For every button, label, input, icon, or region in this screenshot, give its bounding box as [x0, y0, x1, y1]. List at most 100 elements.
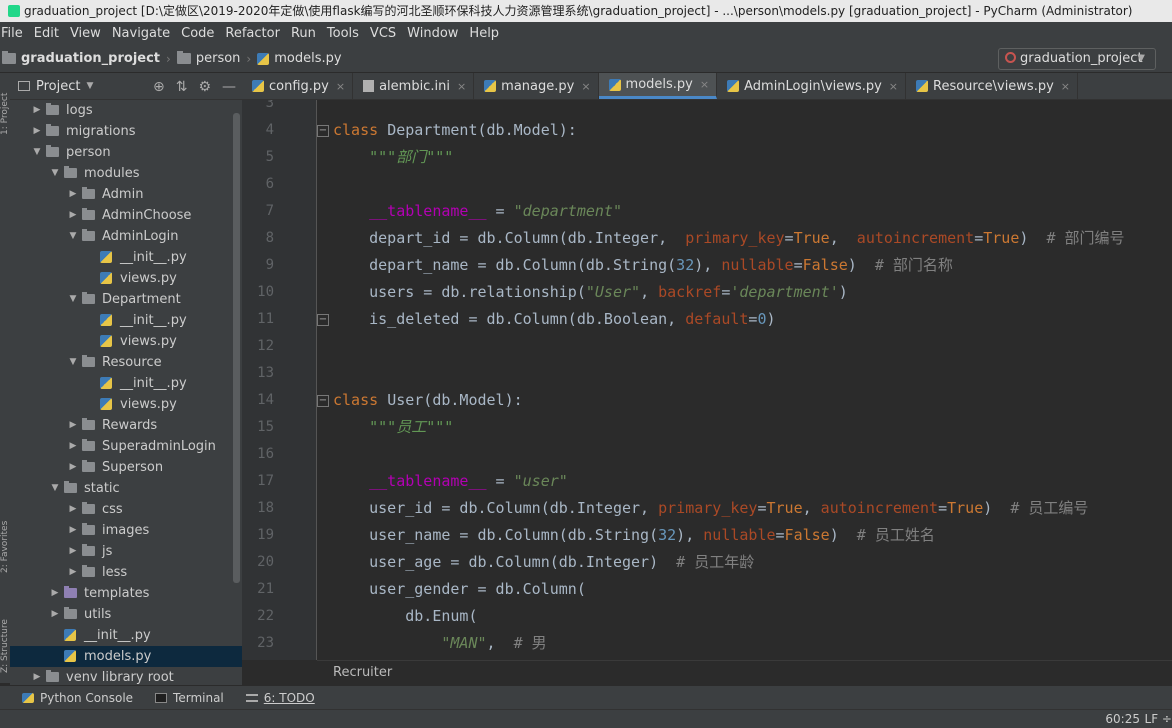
fold-marker-icon[interactable]: − — [317, 395, 329, 407]
chevron-right-icon[interactable]: ▶ — [68, 562, 78, 583]
tree-folder-item[interactable]: ▶ AdminChoose — [10, 205, 242, 226]
chevron-right-icon[interactable]: ▶ — [32, 667, 42, 685]
project-tree-scrollbar[interactable] — [233, 113, 240, 583]
chevron-down-icon[interactable]: ▼ — [68, 289, 78, 310]
chevron-down-icon[interactable]: ▼ — [32, 142, 42, 163]
project-tree[interactable]: ▶ logs ▶ migrations ▼ person ▼ modules ▶ Admin ▶ Ad… — [10, 100, 242, 685]
breadcrumb-folder[interactable]: person — [176, 51, 240, 66]
menu-navigate[interactable]: Navigate — [107, 22, 176, 45]
menu-window[interactable]: Window — [402, 22, 464, 45]
menu-help[interactable]: Help — [464, 22, 505, 45]
line-separator[interactable]: LF ÷ — [1145, 710, 1172, 728]
tree-folder-item[interactable]: ▶ Admin — [10, 184, 242, 205]
close-icon[interactable]: × — [457, 80, 466, 93]
tree-folder-item[interactable]: ▶ SuperadminLogin — [10, 436, 242, 457]
tree-folder-item[interactable]: ▶ utils — [10, 604, 242, 625]
tree-file-item[interactable]: __init__.py — [10, 310, 242, 331]
chevron-right-icon[interactable]: ▶ — [68, 499, 78, 520]
tree-file-item[interactable]: models.py — [10, 646, 242, 667]
collapse-all-icon[interactable]: ⇅ — [176, 79, 188, 95]
fold-marker-icon[interactable]: − — [317, 314, 329, 326]
chevron-right-icon[interactable]: ▶ — [68, 436, 78, 457]
menu-file[interactable]: File — [0, 22, 29, 45]
editor-tab[interactable]: AdminLogin\views.py × — [717, 73, 906, 99]
tree-item-label: AdminLogin — [102, 229, 179, 244]
chevron-down-icon[interactable]: ▼ — [50, 163, 60, 184]
tree-folder-item[interactable]: ▼ AdminLogin — [10, 226, 242, 247]
chevron-down-icon[interactable]: ▼ — [86, 81, 93, 91]
editor-tab[interactable]: manage.py × — [474, 73, 599, 99]
tree-folder-item[interactable]: ▼ person — [10, 142, 242, 163]
tree-folder-item[interactable]: ▶ less — [10, 562, 242, 583]
close-icon[interactable]: × — [700, 78, 709, 91]
chevron-right-icon[interactable]: ▶ — [32, 100, 42, 121]
chevron-right-icon[interactable]: ▶ — [68, 415, 78, 436]
tree-folder-item[interactable]: ▼ Department — [10, 289, 242, 310]
tree-folder-item[interactable]: ▼ Resource — [10, 352, 242, 373]
structure-tool-tab[interactable]: Z: Structure — [0, 593, 10, 673]
tree-folder-item[interactable]: ▼ modules — [10, 163, 242, 184]
tree-folder-item[interactable]: ▶ templates — [10, 583, 242, 604]
terminal-button[interactable]: Terminal — [155, 691, 224, 705]
python-console-button[interactable]: Python Console — [22, 691, 133, 705]
line-number: 5 — [265, 149, 274, 165]
close-icon[interactable]: × — [581, 80, 590, 93]
menu-view[interactable]: View — [65, 22, 107, 45]
tree-file-item[interactable]: views.py — [10, 268, 242, 289]
editor-breadcrumb[interactable]: Recruiter — [317, 660, 1172, 685]
chevron-right-icon[interactable]: ▶ — [50, 604, 60, 625]
menu-refactor[interactable]: Refactor — [220, 22, 286, 45]
tree-folder-item[interactable]: ▶ logs — [10, 100, 242, 121]
chevron-down-icon[interactable]: ▼ — [68, 352, 78, 373]
chevron-right-icon[interactable]: ▶ — [68, 184, 78, 205]
tree-folder-item[interactable]: ▶ venv library root — [10, 667, 242, 685]
locate-file-icon[interactable]: ⊕ — [153, 79, 165, 95]
tree-folder-item[interactable]: ▶ Superson — [10, 457, 242, 478]
menu-edit[interactable]: Edit — [29, 22, 65, 45]
project-tool-tab[interactable]: 1: Project — [0, 75, 10, 135]
chevron-down-icon[interactable]: ▼ — [68, 226, 78, 247]
breadcrumb-file[interactable]: models.py — [257, 51, 342, 66]
menu-tools[interactable]: Tools — [322, 22, 365, 45]
tree-file-item[interactable]: views.py — [10, 394, 242, 415]
todo-button[interactable]: 6: TODO — [245, 691, 315, 705]
close-icon[interactable]: × — [1061, 80, 1070, 93]
favorites-tool-tab[interactable]: 2: Favorites — [0, 493, 10, 573]
tree-file-item[interactable]: __init__.py — [10, 373, 242, 394]
code-area[interactable]: class Department(db.Model): """部门""" __t… — [333, 100, 1172, 660]
tree-folder-item[interactable]: ▼ static — [10, 478, 242, 499]
tree-folder-item[interactable]: ▶ Rewards — [10, 415, 242, 436]
menu-run[interactable]: Run — [286, 22, 322, 45]
chevron-right-icon[interactable]: ▶ — [68, 541, 78, 562]
chevron-right-icon[interactable]: ▶ — [32, 121, 42, 142]
breadcrumb-project[interactable]: graduation_project — [2, 51, 160, 66]
tree-folder-item[interactable]: ▶ migrations — [10, 121, 242, 142]
close-icon[interactable]: × — [889, 80, 898, 93]
run-configuration-select[interactable]: graduation_project ▼ — [998, 48, 1156, 70]
tree-file-item[interactable]: __init__.py — [10, 247, 242, 268]
chevron-right-icon[interactable]: ▶ — [68, 457, 78, 478]
menu-code[interactable]: Code — [176, 22, 220, 45]
folder-icon — [82, 565, 95, 577]
folder-icon — [82, 229, 95, 241]
editor-tab[interactable]: config.py × — [242, 73, 354, 99]
caret-position[interactable]: 60:25 — [1105, 710, 1140, 728]
tree-file-item[interactable]: __init__.py — [10, 625, 242, 646]
tree-folder-item[interactable]: ▶ js — [10, 541, 242, 562]
menu-vcs[interactable]: VCS — [365, 22, 402, 45]
chevron-right-icon[interactable]: ▶ — [68, 205, 78, 226]
editor-tab[interactable]: alembic.ini × — [353, 73, 475, 99]
gear-icon[interactable]: ⚙ — [198, 79, 211, 95]
editor-tab[interactable]: Resource\views.py × — [906, 73, 1079, 99]
project-view-title[interactable]: Project — [36, 79, 80, 94]
fold-marker-icon[interactable]: − — [317, 125, 329, 137]
tree-folder-item[interactable]: ▶ css — [10, 499, 242, 520]
tree-folder-item[interactable]: ▶ images — [10, 520, 242, 541]
hide-icon[interactable]: — — [222, 79, 236, 95]
chevron-down-icon[interactable]: ▼ — [50, 478, 60, 499]
chevron-right-icon[interactable]: ▶ — [68, 520, 78, 541]
editor-tab[interactable]: models.py × — [598, 73, 718, 99]
tree-file-item[interactable]: views.py — [10, 331, 242, 352]
close-icon[interactable]: × — [336, 80, 345, 93]
chevron-right-icon[interactable]: ▶ — [50, 583, 60, 604]
